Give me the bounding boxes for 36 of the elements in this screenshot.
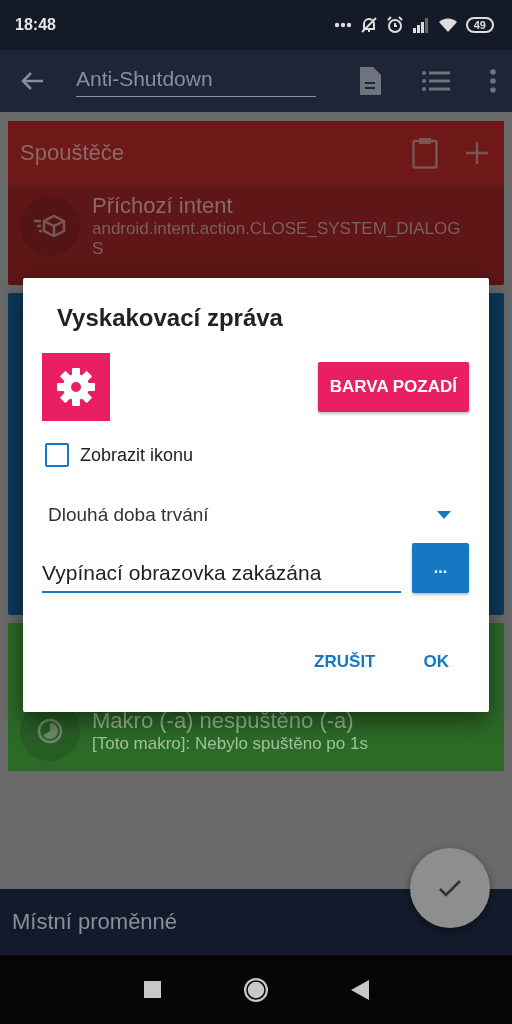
timer-icon [37,718,63,744]
local-variables-title[interactable]: Místní proměnné [12,909,178,935]
check-icon [438,879,462,897]
wifi-icon [437,17,458,33]
dialog-button[interactable]: ZRUŠIT [300,644,390,680]
constraint-title: Makro (-a) nespuštěno (-a) [92,708,355,734]
clipboard-icon[interactable] [412,137,438,169]
alarm-icon [385,16,404,34]
checkbox[interactable] [45,443,69,467]
background-color-button[interactable]: BARVA POZADÍ [317,362,469,412]
checkbox-label: Zobrazit ikonu [80,444,194,466]
document-icon[interactable] [358,66,382,96]
section-title: Spouštěče [20,140,124,166]
icon-picker[interactable] [42,353,110,421]
trigger-detail: android.intent.action.CLOSE_SYSTEM_DIALOGS [92,219,462,259]
bell-off-icon [359,16,378,34]
dialog-button[interactable]: OK [409,644,463,680]
duration-dropdown[interactable]: Dlouhá doba trvání [42,495,469,535]
status-time: 18:48 [15,16,56,34]
more-dots-icon [333,22,352,28]
cube-icon [33,214,67,238]
signal-icon [411,17,430,33]
constraint-detail: [Toto makro]: Nebylo spuštěno po 1s [92,734,369,754]
more-button[interactable]: ... [412,543,469,593]
battery-icon: 49 [465,17,494,33]
trigger-title: Příchozí intent [92,193,234,219]
dialog-title: Vyskakovací zpráva [57,304,284,332]
back-triangle-icon[interactable] [350,979,369,1000]
home-icon[interactable] [242,976,269,1003]
overflow-menu-icon[interactable] [490,69,496,93]
list-icon[interactable] [422,70,450,92]
recents-icon[interactable] [143,981,161,998]
back-arrow-icon[interactable] [20,71,44,91]
gear-icon [56,367,96,407]
dropdown-caret-icon [437,511,451,519]
message-field[interactable]: Vypínací obrazovka zakázána [42,555,401,593]
